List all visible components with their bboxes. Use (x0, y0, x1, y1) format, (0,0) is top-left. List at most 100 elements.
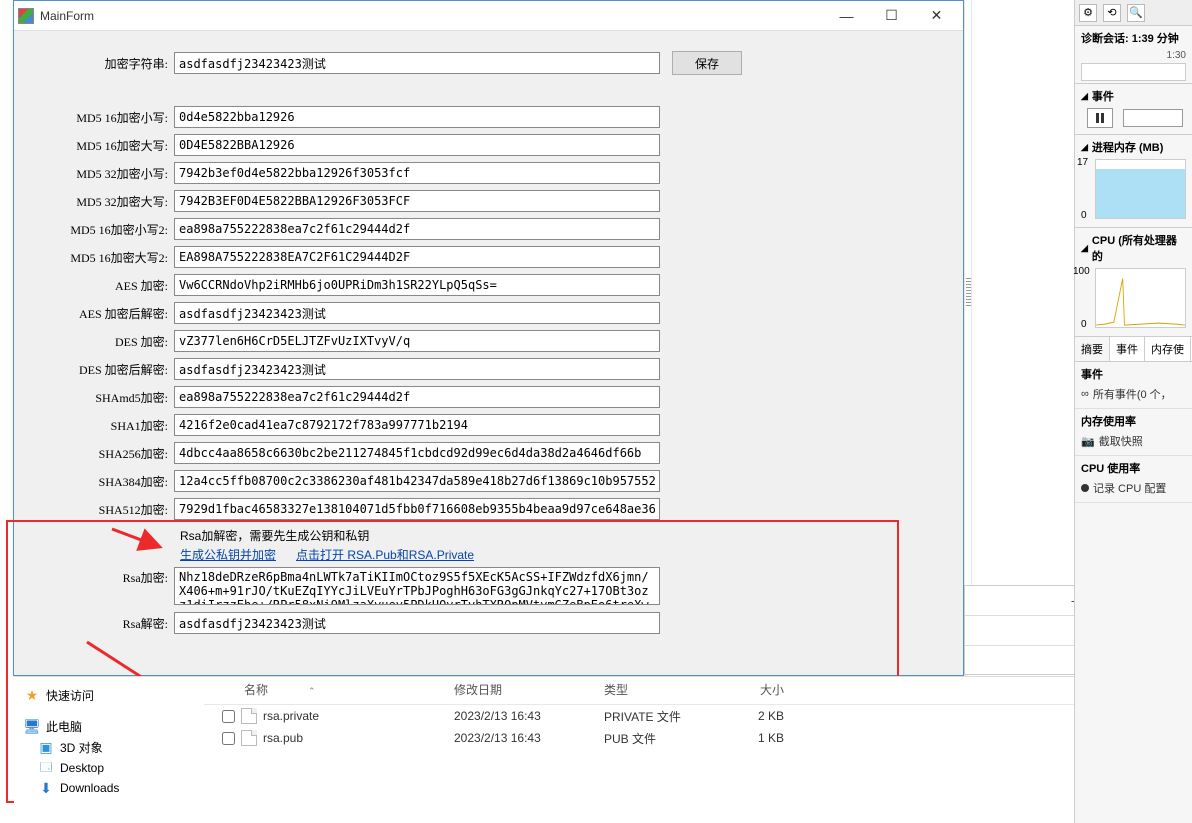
file-name: rsa.private (263, 709, 319, 723)
close-button[interactable]: ✕ (914, 2, 959, 30)
input-shamd5[interactable] (174, 386, 660, 408)
cube-icon: ▣ (38, 740, 54, 756)
mem-axis-bot: 0 (1081, 210, 1087, 221)
diag-toolbar: ⚙ ⟲ 🔍 (1075, 0, 1192, 26)
column-type[interactable]: 类型 (604, 681, 724, 698)
input-md5-16-upper[interactable] (174, 134, 660, 156)
diag-timeline[interactable] (1081, 63, 1186, 81)
tab-memory[interactable]: 内存使 (1145, 337, 1191, 361)
label-sha384: SHA384加密: (54, 473, 174, 490)
window-controls: — ☐ ✕ (824, 2, 959, 30)
events-detail-title: 事件 (1081, 366, 1186, 382)
file-size: 2 KB (724, 709, 804, 723)
column-name[interactable]: 名称⌃ (204, 681, 454, 698)
infinity-icon: ∞ (1081, 388, 1089, 400)
link-generate-keys[interactable]: 生成公私钥并加密 (180, 546, 276, 563)
toolbar-zoom-in-icon[interactable]: 🔍 (1127, 4, 1145, 22)
nav-downloads[interactable]: ⬇Downloads (20, 778, 193, 798)
cpu-axis-bot: 0 (1081, 319, 1087, 330)
label-rsa-decrypt: Rsa解密: (54, 615, 174, 632)
rsa-note: Rsa加解密，需要先生成公钥和私钥 (180, 527, 369, 544)
toolbar-zoom-reset-icon[interactable]: ⟲ (1103, 4, 1121, 22)
pc-icon: 🖥 (24, 719, 40, 735)
diag-cpu-title: CPU (所有处理器的 (1092, 232, 1186, 264)
input-sha512[interactable] (174, 498, 660, 520)
camera-icon: 📷 (1081, 435, 1095, 448)
vertical-splitter[interactable] (964, 0, 972, 585)
input-rsa-encrypt[interactable]: Nhz18deDRzeR6pBma4nLWTk7aTiKIImOCtoz9S5f… (174, 567, 660, 605)
pause-button[interactable] (1087, 108, 1113, 128)
maximize-button[interactable]: ☐ (869, 2, 914, 30)
snapshot-link[interactable]: 📷截取快照 (1081, 431, 1186, 451)
cpu-record-link[interactable]: 记录 CPU 配置 (1081, 478, 1186, 498)
collapse-icon[interactable]: ◢ (1081, 142, 1088, 153)
diag-events-title: 事件 (1092, 88, 1114, 104)
window-title: MainForm (40, 9, 824, 23)
events-detail: 事件 ∞所有事件(0 个， (1075, 362, 1192, 409)
input-rsa-decrypt[interactable] (174, 612, 660, 634)
memory-chart[interactable] (1095, 159, 1186, 219)
input-md5-16-upper2[interactable] (174, 246, 660, 268)
input-aes-encrypt[interactable] (174, 274, 660, 296)
collapse-icon[interactable]: ◢ (1081, 91, 1088, 102)
form-content: 加密字符串: 保存 MD5 16加密小写: MD5 16加密大写: MD5 32… (14, 31, 963, 649)
file-name: rsa.pub (263, 731, 303, 745)
cpu-detail-title: CPU 使用率 (1081, 460, 1186, 476)
column-size[interactable]: 大小 (724, 681, 804, 698)
events-filter-input[interactable] (1123, 109, 1183, 127)
column-date[interactable]: 修改日期 (454, 681, 604, 698)
cpu-chart[interactable] (1095, 268, 1186, 328)
nav-pane: ★快速访问 🖥此电脑 ▣3D 对象 🗔Desktop ⬇Downloads (14, 677, 199, 806)
input-sha384[interactable] (174, 470, 660, 492)
minimize-button[interactable]: — (824, 2, 869, 30)
diag-memory-section: ◢进程内存 (MB) 17 0 (1075, 134, 1192, 227)
tab-events[interactable]: 事件 (1110, 337, 1145, 361)
diag-time-mark: 1:30 (1075, 50, 1192, 61)
file-row[interactable]: rsa.pub 2023/2/13 16:43 PUB 文件 1 KB (204, 727, 1174, 749)
label-md5-16-lower: MD5 16加密小写: (54, 109, 174, 126)
file-row[interactable]: rsa.private 2023/2/13 16:43 PRIVATE 文件 2… (204, 705, 1174, 727)
input-md5-32-lower[interactable] (174, 162, 660, 184)
cpu-detail: CPU 使用率 记录 CPU 配置 (1075, 456, 1192, 503)
file-date: 2023/2/13 16:43 (454, 731, 604, 745)
input-sha256[interactable] (174, 442, 660, 464)
collapse-icon[interactable]: ◢ (1081, 243, 1088, 254)
input-des-encrypt[interactable] (174, 330, 660, 352)
input-sha1[interactable] (174, 414, 660, 436)
diag-cpu-section: ◢CPU (所有处理器的 100 0 (1075, 227, 1192, 336)
input-encrypt-string[interactable] (174, 52, 660, 74)
input-md5-32-upper[interactable] (174, 190, 660, 212)
nav-this-pc[interactable]: 🖥此电脑 (20, 716, 193, 737)
input-md5-16-lower[interactable] (174, 106, 660, 128)
toolbar-settings-icon[interactable]: ⚙ (1079, 4, 1097, 22)
sort-arrow-icon: ⌃ (308, 686, 316, 696)
label-encrypt-string: 加密字符串: (54, 55, 174, 72)
file-pane: 名称⌃ 修改日期 类型 大小 rsa.private 2023/2/13 16:… (204, 677, 1174, 749)
nav-3d-objects[interactable]: ▣3D 对象 (20, 737, 193, 758)
save-button[interactable]: 保存 (672, 51, 742, 75)
file-icon (241, 730, 257, 746)
titlebar: MainForm — ☐ ✕ (14, 1, 963, 31)
memory-detail: 内存使用率 📷截取快照 (1075, 409, 1192, 456)
label-des-encrypt: DES 加密: (54, 333, 174, 350)
input-aes-decrypt[interactable] (174, 302, 660, 324)
star-icon: ★ (24, 688, 40, 704)
diag-session-label: 诊断会话: 1:39 分钟 (1075, 26, 1192, 50)
diag-events-section: ◢ 事件 (1075, 83, 1192, 134)
nav-quick-access[interactable]: ★快速访问 (20, 685, 193, 706)
file-explorer: ★快速访问 🖥此电脑 ▣3D 对象 🗔Desktop ⬇Downloads 名称… (14, 676, 1174, 821)
events-all-link[interactable]: ∞所有事件(0 个， (1081, 384, 1186, 404)
desktop-icon: 🗔 (38, 760, 54, 776)
file-checkbox[interactable] (222, 710, 235, 723)
input-des-decrypt[interactable] (174, 358, 660, 380)
nav-desktop[interactable]: 🗔Desktop (20, 758, 193, 778)
file-checkbox[interactable] (222, 732, 235, 745)
input-md5-16-lower2[interactable] (174, 218, 660, 240)
label-md5-16-lower2: MD5 16加密小写2: (54, 221, 174, 238)
label-sha512: SHA512加密: (54, 501, 174, 518)
link-open-keys[interactable]: 点击打开 RSA.Pub和RSA.Private (296, 546, 474, 563)
tab-summary[interactable]: 摘要 (1075, 337, 1110, 361)
record-icon (1081, 484, 1089, 492)
label-aes-encrypt: AES 加密: (54, 277, 174, 294)
file-date: 2023/2/13 16:43 (454, 709, 604, 723)
